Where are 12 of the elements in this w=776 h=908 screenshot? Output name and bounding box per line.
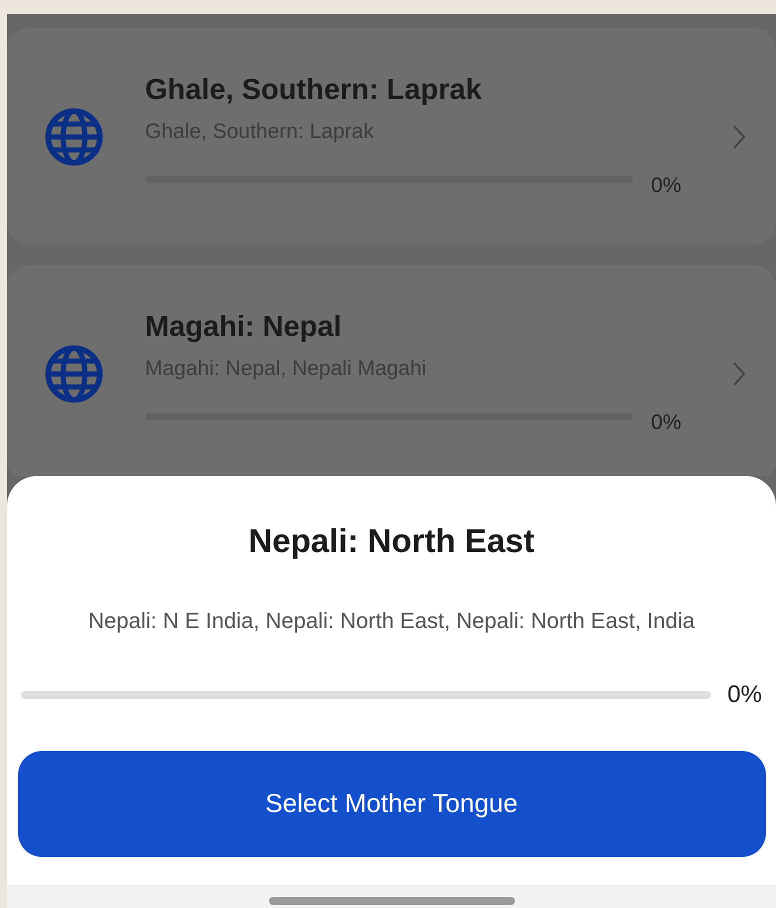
progress-percent: 0% [651, 410, 682, 436]
sheet-alternates: Nepali: N E India, Nepali: North East, Nepali: North East, India [87, 606, 696, 635]
chevron-right-icon [732, 124, 746, 150]
language-title: Ghale, Southern: Laprak [145, 72, 483, 108]
globe-icon [43, 342, 105, 404]
globe-icon [43, 106, 105, 168]
select-mother-tongue-button[interactable]: Select Mother Tongue [18, 750, 766, 856]
chevron-right-icon [732, 360, 746, 386]
progress-percent: 0% [651, 172, 682, 199]
language-title: Magahi: Nepal [145, 310, 343, 345]
progress-percent: 0% [727, 680, 762, 710]
sheet-title: Nepali: North East [248, 521, 535, 561]
